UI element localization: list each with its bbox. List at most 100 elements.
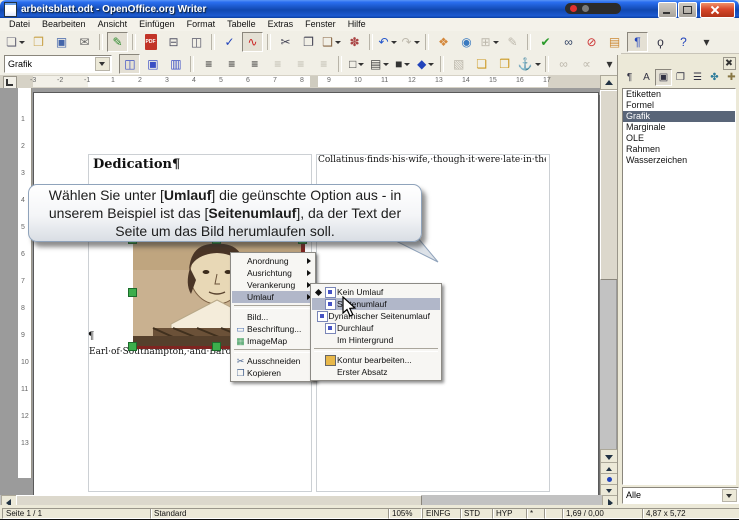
ctx-verankerung[interactable]: Verankerung bbox=[232, 279, 314, 291]
cut-icon[interactable]: ✂ bbox=[275, 32, 296, 52]
ctx-kopieren[interactable]: ❐Kopieren bbox=[232, 367, 314, 379]
navigator-icon[interactable]: ⊘ bbox=[581, 32, 602, 52]
menu-hilfe[interactable]: Hilfe bbox=[342, 18, 372, 31]
redo-icon[interactable]: ↷ bbox=[400, 32, 421, 52]
export-pdf-icon[interactable]: PDF bbox=[140, 32, 161, 52]
chevron-down-icon[interactable] bbox=[722, 489, 737, 502]
menu-tabelle[interactable]: Tabelle bbox=[221, 18, 262, 31]
datasources-icon[interactable]: ▤ bbox=[604, 32, 625, 52]
status-insert-mode[interactable]: EINFG bbox=[422, 508, 462, 519]
gallery-icon[interactable]: ❖ bbox=[433, 32, 454, 52]
edit-file-icon[interactable]: ✎ bbox=[107, 32, 128, 52]
status-position[interactable]: 1,69 / 0,00 bbox=[562, 508, 644, 519]
ctx-ausschneiden[interactable]: ✂Ausschneiden bbox=[232, 355, 314, 367]
new-document-icon[interactable]: ❏ bbox=[5, 32, 26, 52]
scroll-up-button[interactable] bbox=[600, 75, 618, 90]
wrap-page-item[interactable]: Seitenumlauf bbox=[312, 298, 440, 310]
resize-handle[interactable] bbox=[128, 342, 137, 351]
restore-button[interactable] bbox=[678, 2, 697, 18]
draw-functions-icon[interactable]: ✎ bbox=[502, 32, 523, 52]
open-icon[interactable]: ❒ bbox=[28, 32, 49, 52]
ctx-bild[interactable]: Bild... bbox=[232, 311, 314, 323]
style-list-item[interactable]: Formel bbox=[623, 100, 735, 111]
hyperlink-icon[interactable]: ◉ bbox=[456, 32, 477, 52]
wrap-page-icon[interactable]: ▣ bbox=[142, 54, 163, 74]
title-bar[interactable]: arbeitsblatt.odt - OpenOffice.org Writer bbox=[0, 0, 739, 18]
close-button[interactable] bbox=[700, 2, 735, 18]
undo-icon[interactable]: ↶ bbox=[377, 32, 398, 52]
resize-handle[interactable] bbox=[212, 342, 221, 351]
check-icon[interactable]: ✔ bbox=[535, 32, 556, 52]
paste-icon[interactable]: ❑ bbox=[321, 32, 342, 52]
ctx-beschriftung[interactable]: ▭Beschriftung... bbox=[232, 323, 314, 335]
borders-icon[interactable]: □ bbox=[346, 54, 367, 74]
status-zoom[interactable]: 105% bbox=[388, 508, 422, 519]
first-paragraph-item[interactable]: Erster Absatz bbox=[312, 366, 440, 378]
status-selection-mode[interactable]: STD bbox=[460, 508, 494, 519]
toolbar-overflow-icon[interactable]: ▾ bbox=[696, 32, 717, 52]
frame-style-combo[interactable]: Grafik bbox=[4, 55, 112, 73]
insert-table-icon[interactable]: ⊞ bbox=[479, 32, 500, 52]
wrap-none-item[interactable]: Kein Umlauf bbox=[312, 286, 440, 298]
align-left-icon[interactable]: ≡ bbox=[198, 54, 219, 74]
menu-ansicht[interactable]: Ansicht bbox=[92, 18, 134, 31]
find-replace-icon[interactable]: ∞ bbox=[558, 32, 579, 52]
copy-icon[interactable]: ❐ bbox=[298, 32, 319, 52]
style-list-item[interactable]: Etiketten bbox=[623, 89, 735, 100]
style-list-item[interactable]: Rahmen bbox=[623, 144, 735, 155]
minimize-button[interactable] bbox=[658, 2, 677, 18]
spellcheck-icon[interactable]: ✓ bbox=[219, 32, 240, 52]
border-color-icon[interactable]: ■ bbox=[392, 54, 413, 74]
list-styles-icon[interactable]: ☰ bbox=[689, 69, 706, 86]
edit-contour-item[interactable]: Kontur bearbeiten... bbox=[312, 354, 440, 366]
format-paintbrush-icon[interactable]: ✽ bbox=[344, 32, 365, 52]
status-size[interactable]: 4,87 x 5,72 bbox=[642, 508, 739, 519]
menu-extras[interactable]: Extras bbox=[262, 18, 300, 31]
fill-format-icon[interactable]: ✤ bbox=[706, 69, 723, 86]
style-filter-combo[interactable]: Alle bbox=[622, 487, 739, 504]
menu-bearbeiten[interactable]: Bearbeiten bbox=[36, 18, 92, 31]
wrap-through-item[interactable]: Durchlauf bbox=[312, 322, 440, 334]
ctx-ausrichtung[interactable]: Ausrichtung bbox=[232, 267, 314, 279]
zoom-icon[interactable]: ϙ bbox=[650, 32, 671, 52]
ctx-umlauf[interactable]: Umlauf bbox=[232, 291, 314, 303]
vertical-scroll-thumb[interactable] bbox=[600, 90, 618, 280]
character-styles-icon[interactable]: A bbox=[638, 69, 655, 86]
wrap-through-icon[interactable]: ▥ bbox=[165, 54, 186, 74]
anchor-icon[interactable]: ⚓ bbox=[517, 54, 541, 74]
help-icon[interactable]: ? bbox=[673, 32, 694, 52]
align-bottom-icon[interactable]: ≡ bbox=[313, 54, 334, 74]
status-style[interactable]: Standard bbox=[150, 508, 390, 519]
unlink-frames-icon[interactable]: ∝ bbox=[576, 54, 597, 74]
graphics-mode-icon[interactable]: ▧ bbox=[448, 54, 469, 74]
align-top-icon[interactable]: ≡ bbox=[267, 54, 288, 74]
resize-handle[interactable] bbox=[128, 288, 137, 297]
print-icon[interactable]: ⊟ bbox=[163, 32, 184, 52]
ctx-imagemap[interactable]: ▦ImageMap bbox=[232, 335, 314, 347]
align-middle-icon[interactable]: ≡ bbox=[290, 54, 311, 74]
style-list-item[interactable]: Grafik bbox=[623, 111, 735, 122]
ctx-anordnung[interactable]: Anordnung bbox=[232, 255, 314, 267]
nonprinting-chars-icon[interactable]: ¶ bbox=[627, 32, 648, 52]
style-list-item[interactable]: OLE bbox=[623, 133, 735, 144]
bring-to-front-icon[interactable]: ❏ bbox=[471, 54, 492, 74]
new-style-icon[interactable]: ✚ bbox=[723, 69, 739, 86]
page-preview-icon[interactable]: ◫ bbox=[186, 32, 207, 52]
align-center-icon[interactable]: ≡ bbox=[221, 54, 242, 74]
wrap-dynamic-item[interactable]: Dynamischer Seitenumlauf bbox=[312, 310, 440, 322]
menu-format[interactable]: Format bbox=[181, 18, 222, 31]
page-styles-icon[interactable]: ❐ bbox=[672, 69, 689, 86]
style-list-item[interactable]: Wasserzeichen bbox=[623, 155, 735, 166]
vertical-ruler[interactable]: 12345678910111213 bbox=[18, 88, 32, 478]
link-frames-icon[interactable]: ∞ bbox=[553, 54, 574, 74]
wrap-none-icon[interactable]: ◫ bbox=[119, 54, 140, 74]
wrap-background-item[interactable]: Im Hintergrund bbox=[312, 334, 440, 346]
menu-datei[interactable]: Datei bbox=[3, 18, 36, 31]
menu-fenster[interactable]: Fenster bbox=[299, 18, 342, 31]
horizontal-ruler[interactable]: -3-2-11234567891011121314151617 bbox=[0, 75, 617, 89]
document-heading[interactable]: Dedication¶ bbox=[93, 157, 180, 172]
auto-spellcheck-icon[interactable]: ∿ bbox=[242, 32, 263, 52]
save-icon[interactable]: ▣ bbox=[51, 32, 72, 52]
email-icon[interactable]: ✉ bbox=[74, 32, 95, 52]
border-style-icon[interactable]: ▤ bbox=[369, 54, 390, 74]
